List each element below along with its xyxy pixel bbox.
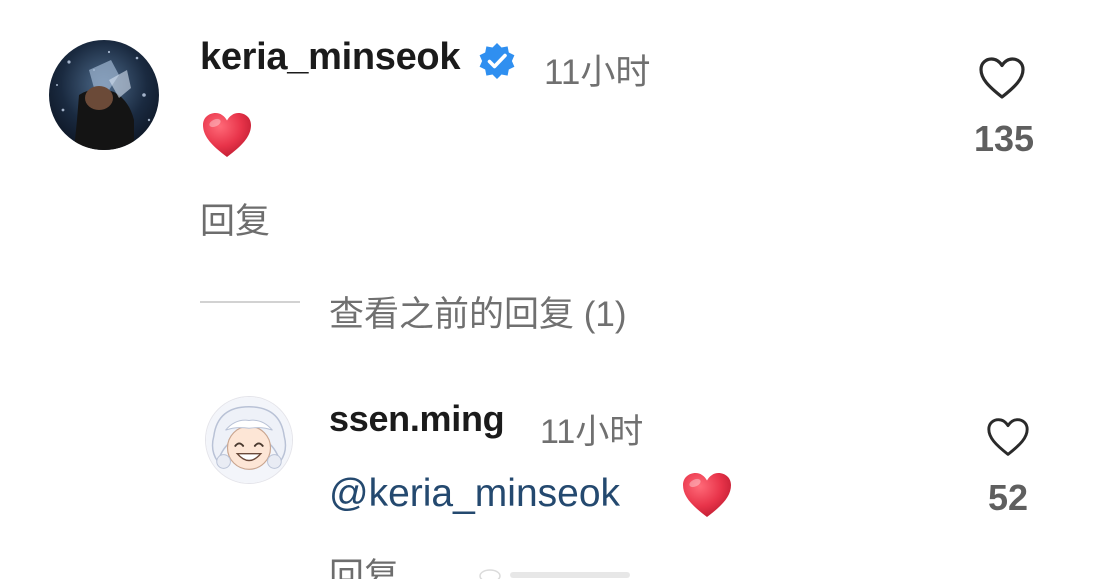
reply-timestamp: 11小时: [540, 413, 644, 451]
heart-like-icon[interactable]: [985, 416, 1031, 458]
reply-avatar-image: [206, 397, 292, 483]
view-previous-replies-button[interactable]: 查看之前的回复 (1): [329, 286, 627, 337]
red-heart-emoji-icon: [683, 473, 731, 517]
mention-link[interactable]: @keria_minseok: [329, 472, 620, 516]
avatar-image: [49, 40, 159, 150]
like-count: 135: [973, 118, 1035, 159]
reply-avatar[interactable]: [205, 396, 293, 484]
timestamp: 11小时: [544, 53, 651, 92]
reply-username[interactable]: ssen.ming: [329, 398, 505, 440]
reply-button[interactable]: 回复: [329, 548, 399, 579]
avatar[interactable]: [49, 40, 159, 150]
comment-thread: keria_minseok 11小时 回复 135 查看之前的回复 (1) ss…: [0, 0, 1100, 579]
heart-like-icon[interactable]: [977, 55, 1027, 101]
reply-like-count: 52: [987, 477, 1029, 518]
username[interactable]: keria_minseok: [200, 36, 460, 79]
reply-button[interactable]: 回复: [200, 193, 270, 244]
red-heart-emoji-icon: [203, 113, 251, 157]
divider: [200, 301, 300, 303]
verified-badge-icon: [479, 43, 515, 79]
watermark-icon: [479, 569, 630, 579]
